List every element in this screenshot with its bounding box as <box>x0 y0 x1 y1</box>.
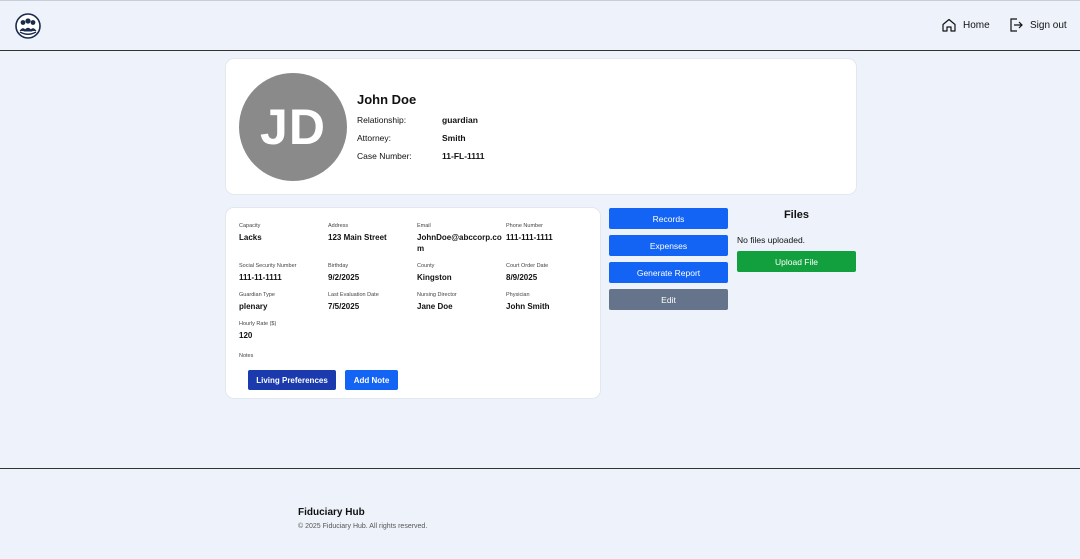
sign-out-icon <box>1010 18 1023 32</box>
detail-field-value: plenary <box>239 302 268 311</box>
nav-home-label: Home <box>963 19 990 31</box>
detail-field-label: Address <box>328 223 349 229</box>
detail-field-phone: Phone Number 111-111-1111 <box>506 223 594 243</box>
detail-field-value: 123 Main Street <box>328 233 387 242</box>
top-navbar: Home Sign out <box>0 0 1080 51</box>
avatar: JD <box>239 73 347 181</box>
living-preferences-button[interactable]: Living Preferences <box>248 370 336 390</box>
detail-field-label: Hourly Rate ($) <box>239 321 277 327</box>
detail-field-label: Social Security Number <box>239 263 297 269</box>
detail-field-value: Kingston <box>417 273 452 282</box>
notes-label: Notes <box>239 353 254 359</box>
profile-name: John Doe <box>357 92 417 107</box>
upload-file-button[interactable]: Upload File <box>737 251 856 272</box>
detail-field-hourly-rate: Hourly Rate ($) 120 <box>239 321 327 341</box>
nav-home-link[interactable]: Home <box>941 17 990 33</box>
profile-row-value: guardian <box>442 115 478 125</box>
profile-row-value: 11-FL-1111 <box>442 151 485 161</box>
profile-row-label: Relationship: <box>357 115 407 125</box>
detail-field-label: Nursing Director <box>417 292 457 298</box>
detail-field-value: Jane Doe <box>417 302 453 311</box>
detail-field-physician: Physician John Smith <box>506 292 594 312</box>
detail-field-value: John Smith <box>506 302 550 311</box>
profile-case-number-row: Case Number: 11-FL-1111 <box>357 151 485 161</box>
detail-field-county: County Kingston <box>417 263 505 283</box>
detail-field-address: Address 123 Main Street <box>328 223 416 243</box>
nav-signout-link[interactable]: Sign out <box>1008 17 1067 33</box>
group-people-logo-icon[interactable] <box>15 13 41 39</box>
detail-field-label: Court Order Date <box>506 263 549 269</box>
detail-field-label: County <box>417 263 435 269</box>
detail-field-guardian-type: Guardian Type plenary <box>239 292 327 312</box>
detail-field-label: Last Evaluation Date <box>328 292 379 298</box>
footer-divider <box>0 468 1080 469</box>
detail-field-label: Email <box>417 223 431 229</box>
footer-copyright: © 2025 Fiduciary Hub. All rights reserve… <box>298 523 428 530</box>
detail-field-label: Guardian Type <box>239 292 275 298</box>
detail-field-last-evaluation-date: Last Evaluation Date 7/5/2025 <box>328 292 416 312</box>
generate-report-button[interactable]: Generate Report <box>609 262 728 283</box>
expenses-button[interactable]: Expenses <box>609 235 728 256</box>
detail-field-value: 9/2/2025 <box>328 273 360 282</box>
detail-field-value: 120 <box>239 331 253 340</box>
detail-field-value: 7/5/2025 <box>328 302 360 311</box>
detail-field-label: Phone Number <box>506 223 543 229</box>
detail-field-capacity: Capacity Lacks <box>239 223 327 243</box>
detail-field-value: Lacks <box>239 233 262 242</box>
edit-button[interactable]: Edit <box>609 289 728 310</box>
details-card: Capacity Lacks Address 123 Main Street E… <box>226 208 600 398</box>
detail-field-value: 111-111-1111 <box>506 233 553 242</box>
home-icon <box>942 18 956 32</box>
profile-row-value: Smith <box>442 133 466 143</box>
profile-row-label: Attorney: <box>357 133 392 143</box>
detail-field-birthday: Birthday 9/2/2025 <box>328 263 416 283</box>
add-note-button[interactable]: Add Note <box>345 370 398 390</box>
detail-field-value: JohnDoe@abccorp.com <box>417 233 502 253</box>
detail-field-label: Capacity <box>239 223 261 229</box>
detail-field-value: 8/9/2025 <box>506 273 538 282</box>
detail-field-label: Physician <box>506 292 530 298</box>
profile-card: JD John Doe Relationship: guardian Attor… <box>226 59 856 194</box>
profile-relationship-row: Relationship: guardian <box>357 115 478 125</box>
detail-field-label: Birthday <box>328 263 349 269</box>
detail-field-ssn: Social Security Number 111-11-1111 <box>239 263 327 283</box>
detail-field-value: 111-11-1111 <box>239 273 282 282</box>
detail-field-court-order-date: Court Order Date 8/9/2025 <box>506 263 594 283</box>
nav-signout-label: Sign out <box>1030 19 1067 31</box>
files-empty-text: No files uploaded. <box>737 235 806 245</box>
detail-field-email: Email JohnDoe@abccorp.com <box>417 223 505 254</box>
profile-attorney-row: Attorney: Smith <box>357 133 466 143</box>
footer-title: Fiduciary Hub <box>298 507 365 518</box>
files-title: Files <box>783 209 810 221</box>
detail-field-nursing-director: Nursing Director Jane Doe <box>417 292 505 312</box>
profile-row-label: Case Number: <box>357 151 412 161</box>
records-button[interactable]: Records <box>609 208 728 229</box>
